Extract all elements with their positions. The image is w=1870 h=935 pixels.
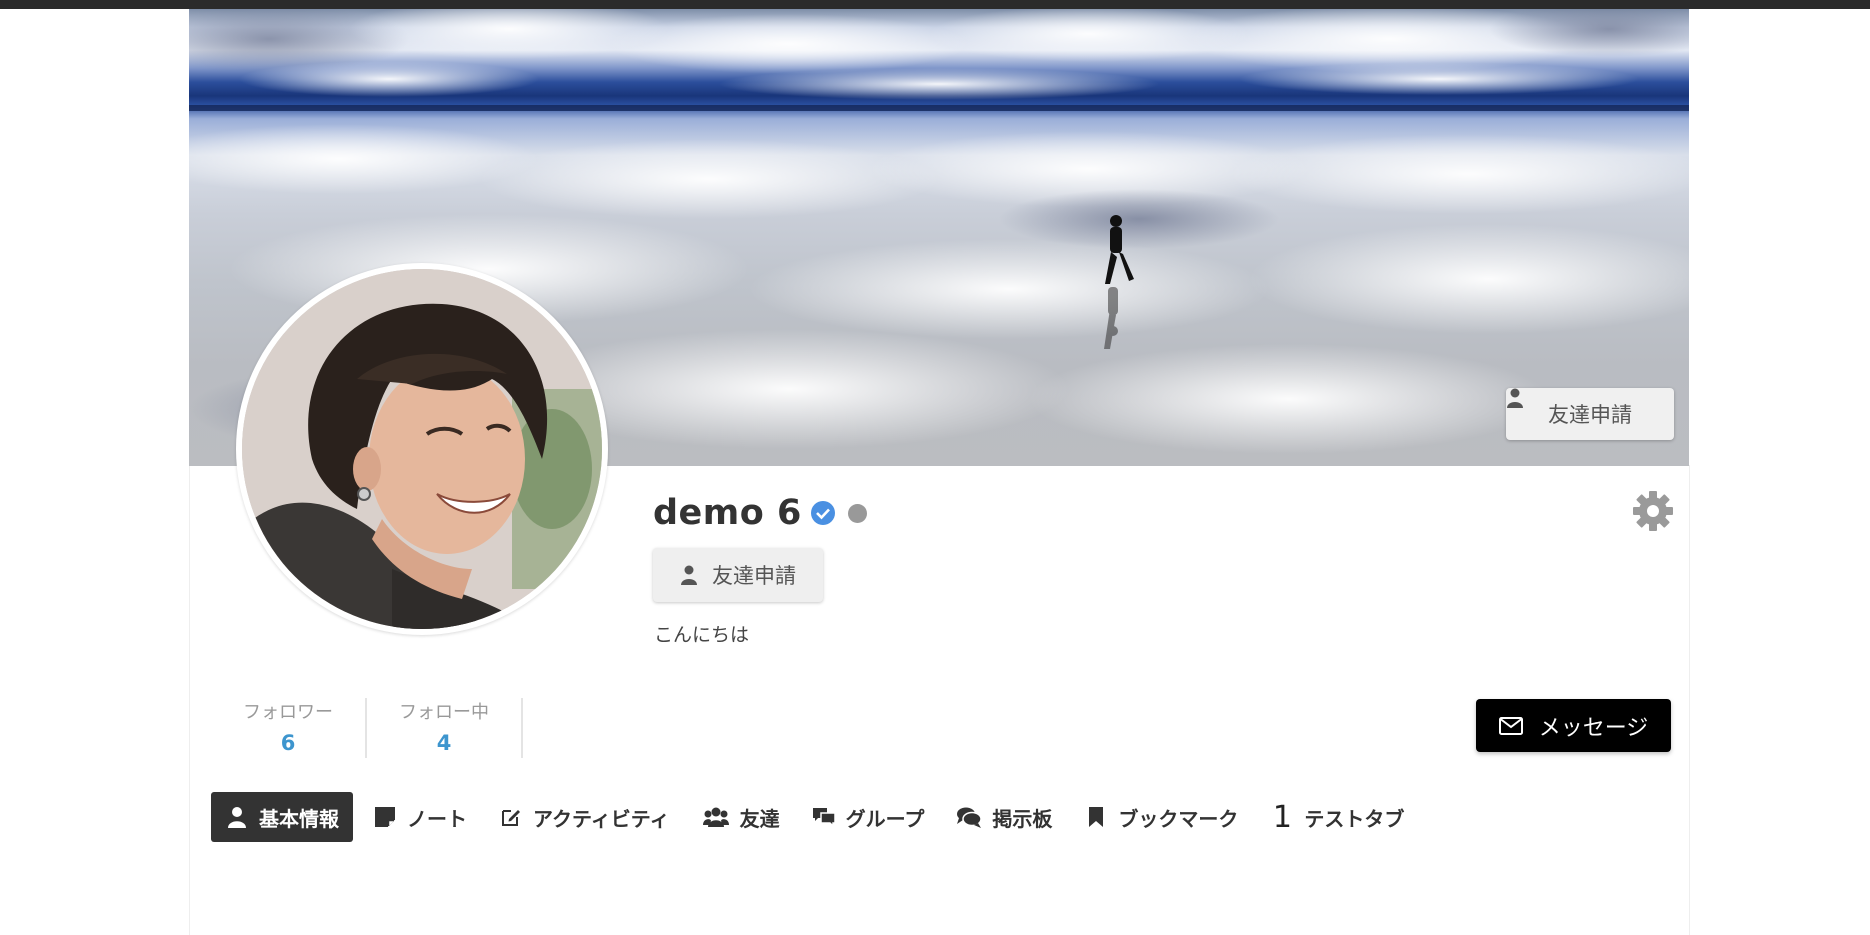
tab-friends[interactable]: 友達 <box>686 792 796 842</box>
envelope-icon <box>1498 716 1523 735</box>
cover-friend-request-button[interactable]: 友達申請 <box>1506 388 1674 440</box>
user-icon <box>681 565 697 585</box>
note-icon <box>375 807 395 827</box>
profile-tabs: 基本情報 ノート アクティビティ 友達 グループ 掲示板 ブックマーク 1 テス… <box>211 792 1420 842</box>
tab-group[interactable]: グループ <box>796 792 941 842</box>
tab-board[interactable]: 掲示板 <box>940 792 1068 842</box>
friend-request-button[interactable]: 友達申請 <box>653 548 823 602</box>
tab-label: ノート <box>407 806 467 831</box>
user-icon <box>1507 388 1523 408</box>
tab-label: グループ <box>845 806 925 831</box>
user-name: demo 6 <box>653 493 802 533</box>
tab-label: 友達 <box>739 806 780 831</box>
following-count: 4 <box>436 731 452 755</box>
tab-label: 掲示板 <box>992 806 1053 831</box>
tab-label: ブックマーク <box>1118 806 1239 831</box>
following-stat[interactable]: フォロー中 4 <box>367 698 523 758</box>
verified-badge-icon <box>810 501 835 525</box>
content-border-right <box>1689 465 1690 935</box>
cover-friend-request-label: 友達申請 <box>1548 403 1632 427</box>
number-1-icon: 1 <box>1272 799 1292 835</box>
bookmark-icon <box>1089 807 1104 827</box>
comments-icon <box>957 807 983 828</box>
followers-label: フォロワー <box>243 702 333 723</box>
followers-count: 6 <box>280 731 296 755</box>
profile-name-row: demo 6 <box>653 487 867 539</box>
online-status-dot <box>847 503 867 523</box>
top-bar <box>0 0 1870 9</box>
content-border-left <box>189 465 190 935</box>
tab-label: アクティビティ <box>533 806 670 831</box>
tab-label: テストタブ <box>1304 806 1405 831</box>
follow-stats: フォロワー 6 フォロー中 4 <box>211 698 523 758</box>
edit-icon <box>502 810 520 826</box>
friend-request-label: 友達申請 <box>712 564 796 588</box>
users-icon <box>702 807 729 827</box>
following-label: フォロー中 <box>399 702 489 723</box>
message-button[interactable]: メッセージ <box>1476 699 1671 752</box>
tab-label: 基本情報 <box>259 806 339 831</box>
profile-bio: こんにちは <box>654 624 750 646</box>
message-button-label: メッセージ <box>1538 715 1649 741</box>
followers-stat[interactable]: フォロワー 6 <box>211 698 367 758</box>
tab-bookmark[interactable]: ブックマーク <box>1068 792 1254 842</box>
chat-group-icon <box>812 808 836 828</box>
user-icon <box>228 807 246 828</box>
tab-note[interactable]: ノート <box>357 792 483 842</box>
avatar <box>236 263 608 635</box>
tab-basic-info[interactable]: 基本情報 <box>211 792 353 842</box>
tab-test[interactable]: 1 テストタブ <box>1254 792 1420 842</box>
tab-activity[interactable]: アクティビティ <box>483 792 686 842</box>
gear-icon[interactable] <box>1632 490 1674 532</box>
